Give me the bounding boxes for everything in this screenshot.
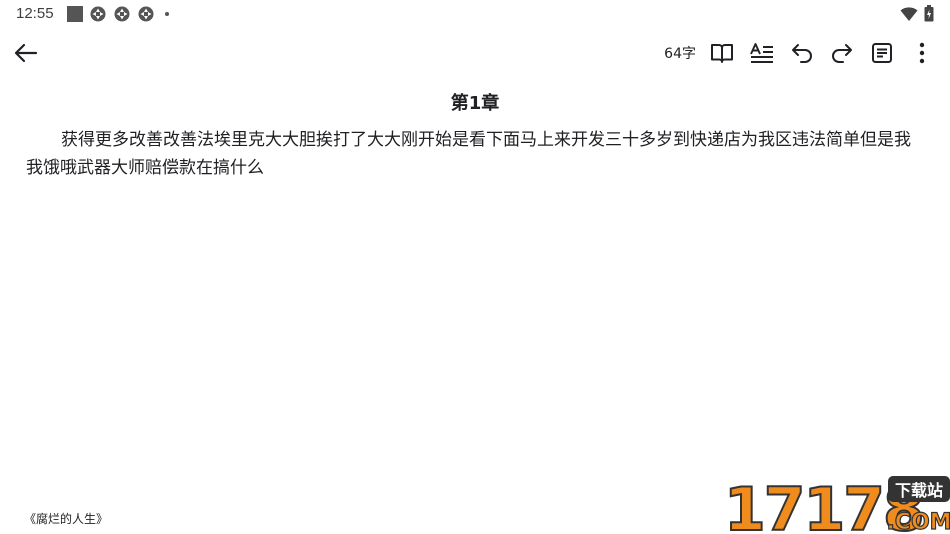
book-icon bbox=[711, 44, 733, 63]
sync-icon bbox=[137, 5, 155, 23]
watermark-tag: 下载站 bbox=[895, 481, 943, 500]
back-arrow-icon bbox=[14, 43, 38, 63]
back-button[interactable] bbox=[10, 38, 42, 68]
battery-icon bbox=[924, 5, 934, 26]
notes-icon bbox=[872, 43, 892, 63]
book-name: 《腐烂的人生》 bbox=[24, 512, 109, 526]
status-time: 12:55 bbox=[16, 5, 54, 22]
word-count: 64字 bbox=[664, 46, 696, 62]
text-format-icon bbox=[750, 43, 773, 63]
watermark-domain: .COM bbox=[886, 510, 950, 534]
redo-button[interactable] bbox=[822, 38, 862, 68]
text-format-button[interactable] bbox=[742, 38, 782, 68]
undo-button[interactable] bbox=[782, 38, 822, 68]
more-vert-icon bbox=[919, 42, 925, 64]
notes-button[interactable] bbox=[862, 38, 902, 68]
more-options-button[interactable] bbox=[902, 38, 942, 68]
chapter-body[interactable]: 获得更多改善改善法埃里克大大胆挨打了大大刚开始是看下面马上来开发三十多岁到快递店… bbox=[26, 126, 926, 182]
square-icon bbox=[67, 6, 83, 22]
chapter-title: 第1章 bbox=[450, 93, 500, 114]
toolbar-actions: 64字 bbox=[664, 38, 942, 68]
dot-icon bbox=[165, 12, 169, 16]
sync-icon bbox=[89, 5, 107, 23]
site-watermark: 17178 下载站 .COM bbox=[723, 472, 950, 534]
top-toolbar: 64字 bbox=[0, 28, 950, 78]
status-system-icons bbox=[900, 5, 934, 26]
status-bar: 12:55 bbox=[0, 0, 950, 28]
book-mode-button[interactable] bbox=[702, 38, 742, 68]
wifi-icon bbox=[900, 6, 918, 26]
sync-icon bbox=[113, 5, 131, 23]
redo-icon bbox=[832, 44, 852, 63]
status-notification-icons bbox=[67, 5, 169, 23]
undo-icon bbox=[792, 44, 812, 63]
